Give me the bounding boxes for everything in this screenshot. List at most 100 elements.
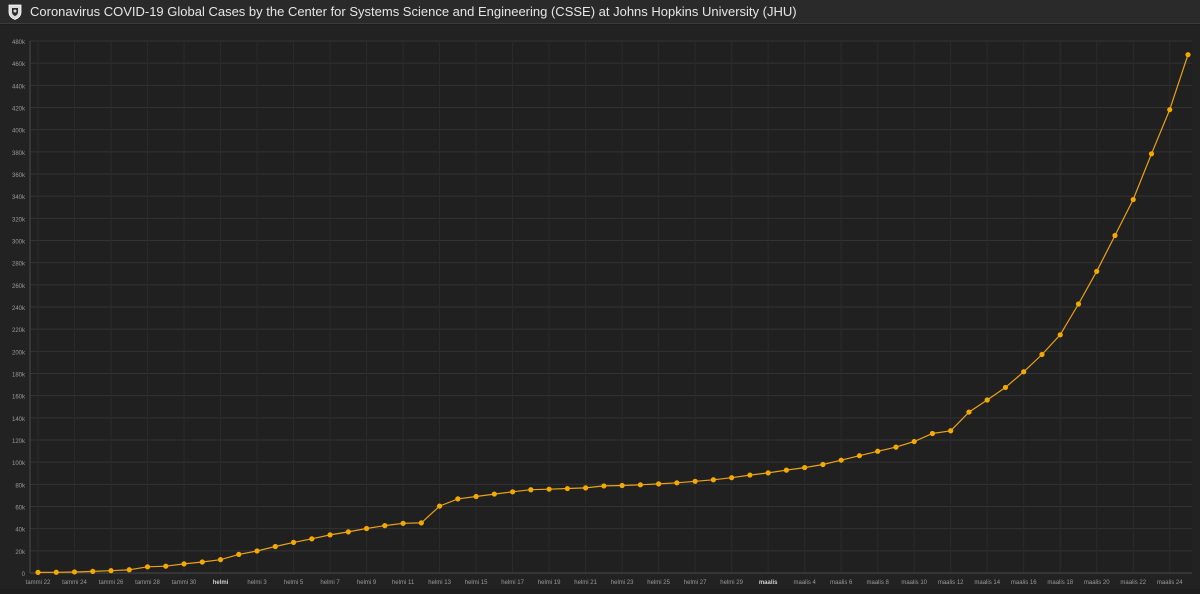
y-tick-label: 440k <box>12 84 26 90</box>
x-tick-label: tammi 26 <box>99 580 124 586</box>
x-tick-label: maalis 20 <box>1084 580 1110 586</box>
data-point <box>1148 151 1155 157</box>
data-point <box>637 482 643 488</box>
data-point <box>418 520 424 526</box>
data-point <box>510 489 516 495</box>
x-tick-label: maalis 14 <box>974 580 1000 586</box>
x-tick-label: maalis 16 <box>1011 580 1037 586</box>
data-point <box>1039 351 1045 358</box>
data-point <box>692 478 698 484</box>
data-point <box>619 482 625 489</box>
y-tick-label: 300k <box>12 240 26 246</box>
cases-line-chart[interactable]: 0 20k 40k 60k 80k 100k 120k 140k 160k 180k 200k 220… <box>0 25 1200 589</box>
x-tick-label: helmi 19 <box>538 580 561 586</box>
data-point <box>820 461 826 468</box>
y-tick-label: 340k <box>12 195 26 201</box>
data-point <box>656 481 662 487</box>
data-point <box>893 444 899 450</box>
data-point <box>1002 384 1009 391</box>
data-point <box>436 503 443 509</box>
x-tick-label: maalis 24 <box>1157 580 1183 586</box>
y-tick-label: 200k <box>12 350 26 356</box>
x-tick-label: helmi 7 <box>320 580 340 586</box>
data-point <box>1112 232 1118 239</box>
x-tick-label: tammi 30 <box>172 580 197 586</box>
data-point <box>53 569 59 575</box>
y-tick-label: 480k <box>12 40 26 46</box>
y-tick-label: 240k <box>12 306 26 312</box>
data-point <box>144 564 151 570</box>
data-point <box>345 529 351 535</box>
y-tick-label: 280k <box>12 262 26 268</box>
data-point <box>327 532 333 538</box>
data-point <box>583 485 589 491</box>
data-point <box>309 536 315 542</box>
data-point <box>163 563 169 569</box>
x-tick-label: helmi 9 <box>357 580 377 586</box>
x-axis-ticks: tammi 22 tammi 24 tammi 26 tammi 28 tammi 30… <box>26 580 1184 586</box>
x-tick-label: helmi 15 <box>465 580 488 586</box>
data-point <box>1130 196 1136 203</box>
data-point <box>929 430 936 437</box>
data-point <box>564 485 570 492</box>
y-tick-label: 420k <box>12 107 26 113</box>
data-point <box>984 397 990 403</box>
data-point <box>966 409 972 415</box>
data-point <box>126 567 132 573</box>
data-point <box>108 568 114 574</box>
data-point <box>1021 369 1027 375</box>
data-point <box>181 561 187 567</box>
x-tick-label: maalis 18 <box>1047 580 1073 586</box>
y-tick-label: 40k <box>15 528 26 534</box>
data-point <box>1075 301 1082 307</box>
data-point <box>254 548 260 554</box>
data-point <box>290 539 297 545</box>
x-tick-label: maalis 10 <box>901 580 927 586</box>
y-tick-label: 80k <box>15 483 26 489</box>
y-tick-label: 20k <box>15 550 26 556</box>
x-tick-label: helmi 25 <box>647 580 670 586</box>
data-point <box>765 470 771 476</box>
data-point <box>911 438 917 445</box>
data-point <box>71 569 78 575</box>
y-tick-label: 460k <box>12 62 26 68</box>
x-tick-label: helmi 23 <box>611 580 634 586</box>
x-tick-label: helmi <box>213 580 229 586</box>
y-tick-label: 140k <box>12 417 26 423</box>
data-point <box>491 491 497 497</box>
x-tick-label: maalis 8 <box>867 580 890 586</box>
data-point <box>729 475 735 481</box>
data-point <box>236 551 242 557</box>
x-tick-label: helmi 11 <box>392 580 415 586</box>
data-point <box>838 457 844 463</box>
x-tick-label: helmi 5 <box>284 580 304 586</box>
y-tick-label: 360k <box>12 173 26 179</box>
data-point <box>710 477 716 483</box>
data-point <box>272 543 278 550</box>
x-tick-label: tammi 22 <box>26 580 51 586</box>
x-tick-label: maalis 12 <box>938 580 964 586</box>
x-tick-label: helmi 29 <box>720 580 743 586</box>
y-axis-ticks: 0 20k 40k 60k 80k 100k 120k 140k 160k 180k 200k 220… <box>12 40 26 578</box>
data-point <box>1094 268 1100 274</box>
x-tick-label: helmi 13 <box>428 580 451 586</box>
data-point <box>1167 107 1173 113</box>
data-point <box>217 557 224 563</box>
data-point <box>90 568 96 575</box>
data-point <box>856 453 863 459</box>
chart-panel: 0 20k 40k 60k 80k 100k 120k 140k 160k 180k 200k 220… <box>0 25 1200 589</box>
data-point <box>948 428 954 434</box>
data-point <box>400 520 406 526</box>
x-tick-label: tammi 24 <box>62 580 87 586</box>
data-point <box>674 480 680 486</box>
data-point <box>546 486 552 492</box>
y-tick-label: 100k <box>12 461 26 467</box>
y-tick-label: 400k <box>12 129 26 135</box>
data-point <box>802 464 808 471</box>
data-point <box>455 496 461 502</box>
x-tick-label: helmi 21 <box>574 580 597 586</box>
data-point <box>1057 332 1063 338</box>
data-point <box>199 559 205 565</box>
data-point <box>382 523 388 529</box>
x-tick-label: maalis 6 <box>830 580 853 586</box>
